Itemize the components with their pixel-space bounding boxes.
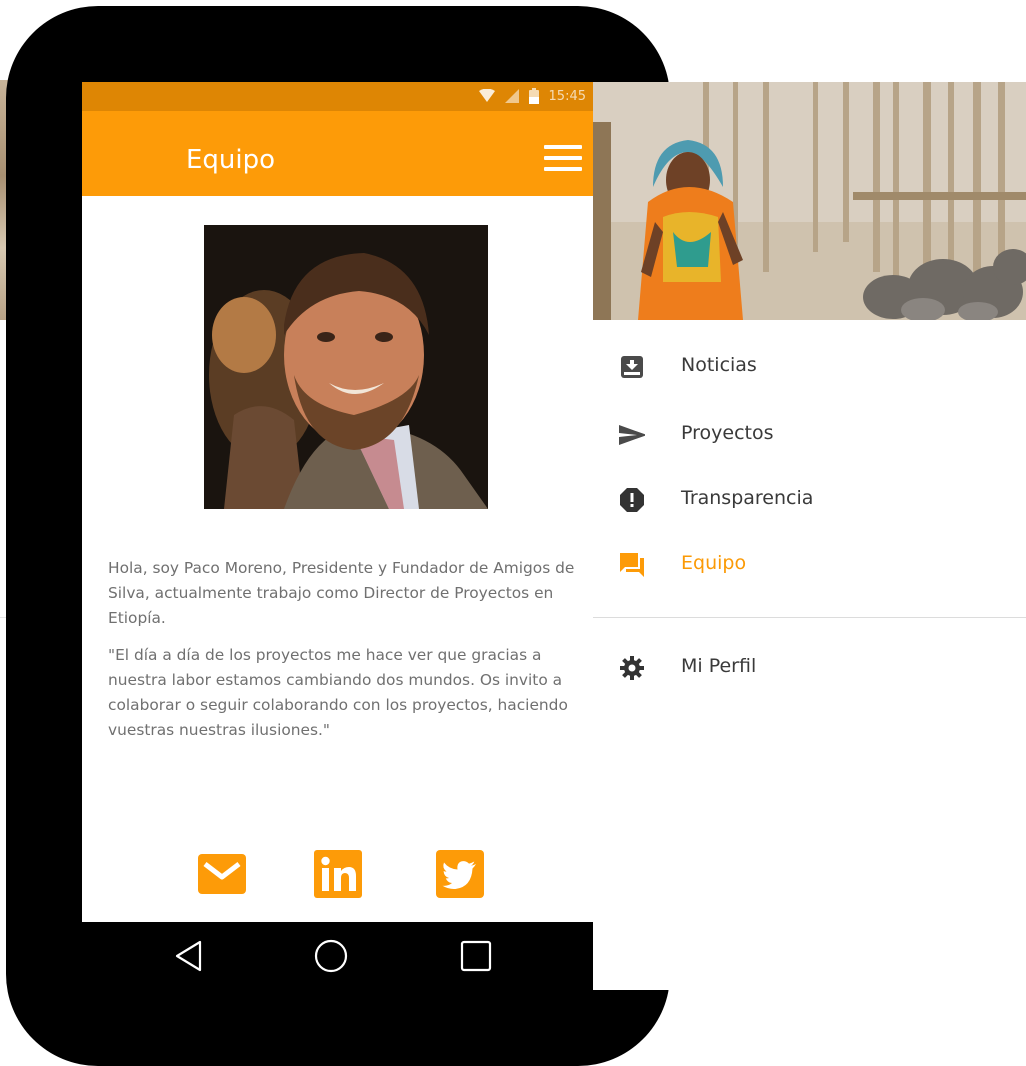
inbox-icon (621, 356, 643, 378)
forum-icon (620, 553, 644, 577)
drawer-item-proyectos[interactable]: Proyectos (593, 410, 1026, 460)
system-nav-bar (82, 922, 594, 990)
drawer-item-noticias[interactable]: Noticias (593, 342, 1026, 392)
drawer-divider (593, 617, 1026, 618)
page-title: Equipo (186, 145, 276, 175)
status-icons: 15:45 (478, 88, 586, 104)
battery-icon (528, 88, 539, 104)
drawer-item-label: Proyectos (681, 422, 774, 444)
home-icon[interactable] (311, 936, 351, 976)
twitter-icon[interactable] (436, 850, 484, 898)
email-icon[interactable] (198, 850, 246, 898)
settings-icon (620, 656, 644, 680)
navigation-drawer: Noticias Proyectos Transparencia Equipo (593, 82, 1026, 990)
status-time: 15:45 (548, 88, 586, 104)
drawer-item-equipo[interactable]: Equipo (593, 540, 1026, 590)
drawer-item-label: Transparencia (681, 487, 814, 509)
back-icon[interactable] (170, 936, 210, 976)
drawer-item-transparencia[interactable]: Transparencia (593, 475, 1026, 525)
bio-text: Hola, soy Paco Moreno, Presidente y Fund… (108, 559, 575, 627)
app-screen: 15:45 Equipo Hola, soy Paco Moreno, Pres… (82, 82, 594, 922)
profile-photo (204, 225, 488, 509)
status-bar: 15:45 (82, 82, 594, 111)
hamburger-menu-icon[interactable] (544, 145, 582, 175)
linkedin-icon[interactable] (314, 850, 362, 898)
drawer-item-label: Equipo (681, 552, 747, 574)
drawer-header-image (593, 82, 1026, 320)
drawer-item-label: Noticias (681, 354, 757, 376)
quote-text: "El día a día de los proyectos me hace v… (108, 646, 568, 739)
recents-icon[interactable] (456, 936, 496, 976)
send-icon (619, 425, 645, 445)
drawer-item-mi-perfil[interactable]: Mi Perfil (593, 643, 1026, 693)
drawer-item-label: Mi Perfil (681, 655, 757, 677)
wifi-icon (478, 89, 495, 102)
profile-bio: Hola, soy Paco Moreno, Presidente y Fund… (108, 556, 578, 755)
signal-icon (504, 89, 519, 103)
app-bar: Equipo (82, 111, 594, 196)
alert-icon (620, 488, 644, 512)
